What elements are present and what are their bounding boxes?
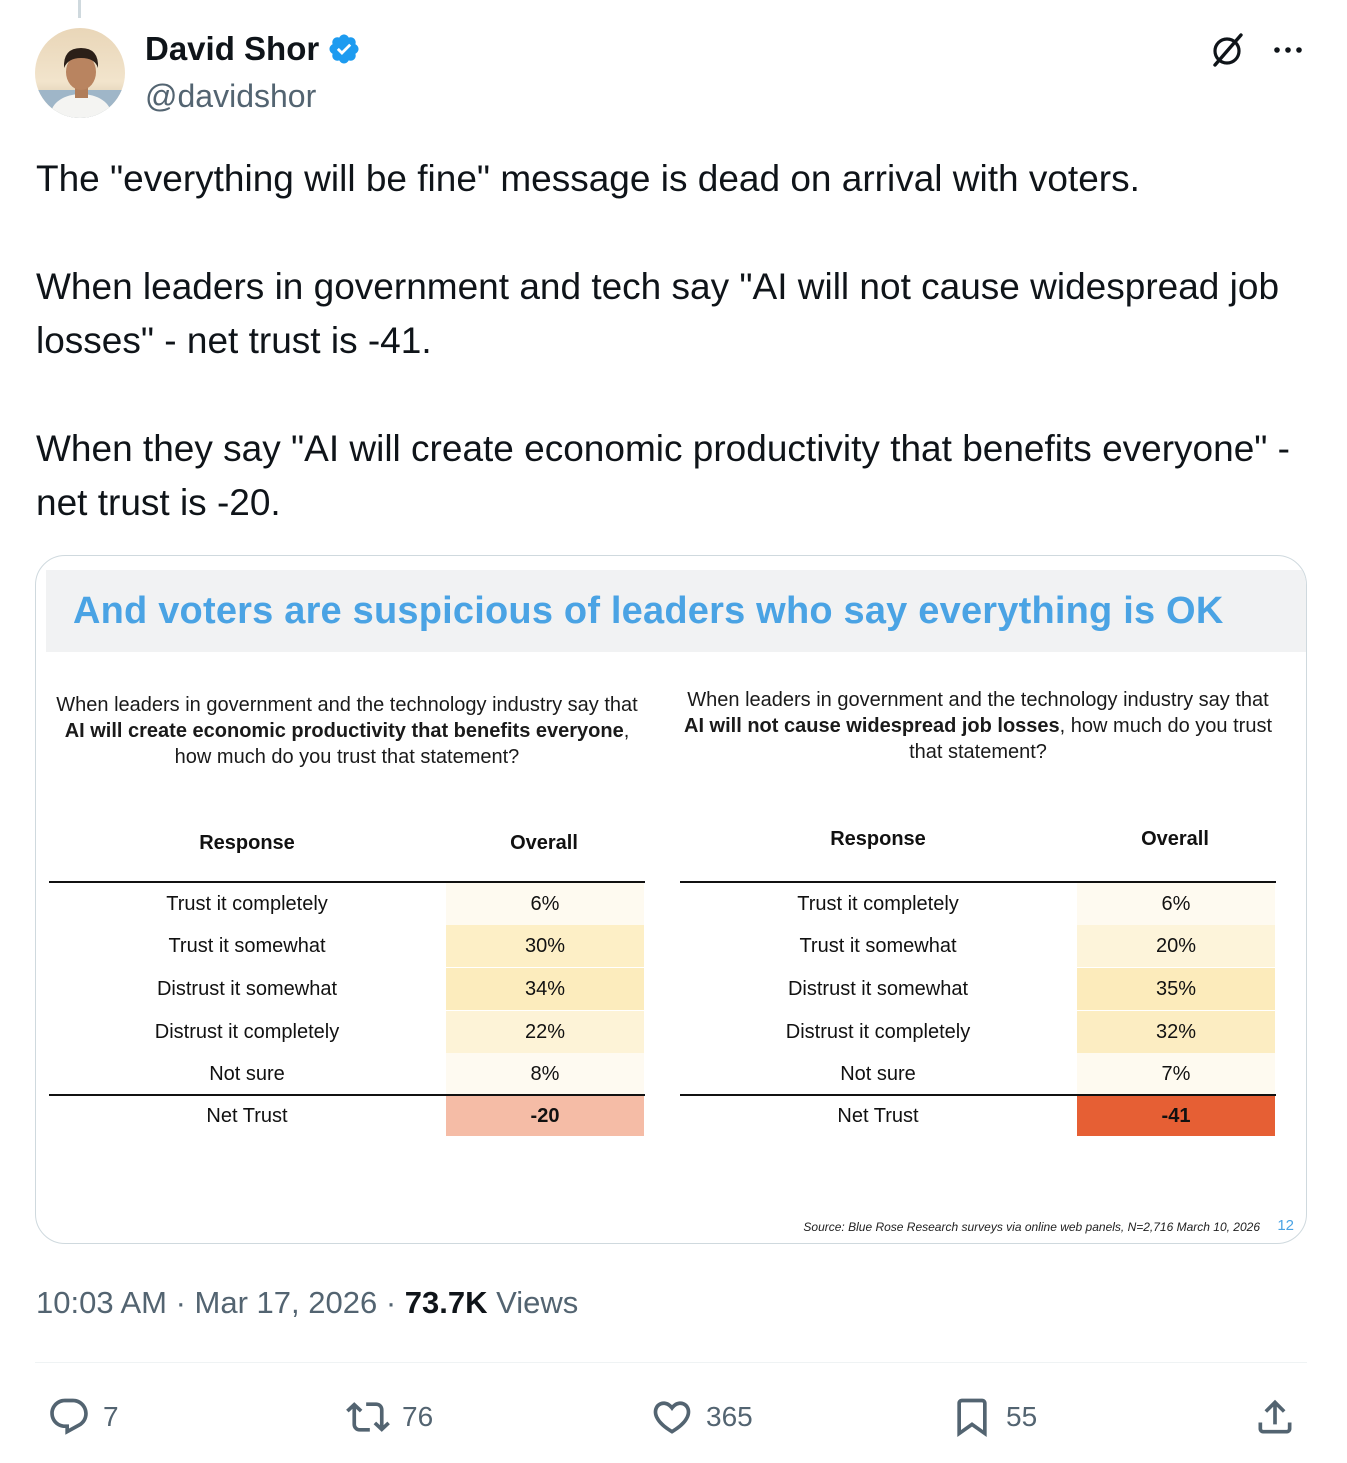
right-row-label: Trust it completely <box>797 893 959 915</box>
like-count: 365 <box>706 1401 753 1432</box>
left-row-label: Distrust it somewhat <box>156 978 338 1000</box>
meta-separator: · <box>166 1285 195 1320</box>
right-row-value: 6% <box>1077 883 1275 925</box>
repost-button[interactable]: 76 <box>346 1395 433 1439</box>
bookmark-button[interactable]: 55 <box>950 1395 1037 1439</box>
left-row-value: 8% <box>446 1053 644 1095</box>
verified-badge-icon <box>329 34 359 64</box>
meta-separator: · <box>377 1285 405 1320</box>
right-col-response-header: Response <box>830 828 926 850</box>
right-question: When leaders in government and the techn… <box>684 689 1272 763</box>
slide-source-note: Source: Blue Rose Research surveys via o… <box>803 1220 1260 1234</box>
left-row-value: 30% <box>446 925 644 967</box>
author-handle[interactable]: @davidshor <box>145 78 316 115</box>
right-row-value: 20% <box>1077 925 1275 967</box>
repost-icon <box>346 1402 390 1432</box>
left-row-value: 6% <box>446 883 644 925</box>
right-row-label: Distrust it somewhat <box>787 978 969 1000</box>
views-label: Views <box>487 1285 579 1320</box>
share-icon <box>1258 1399 1292 1434</box>
right-row-value: 32% <box>1077 1011 1275 1053</box>
share-button[interactable] <box>1253 1395 1297 1439</box>
right-col-overall-header: Overall <box>1141 828 1209 850</box>
heart-icon <box>653 1401 691 1434</box>
left-net-trust-value: -20 <box>446 1096 644 1136</box>
right-row-label: Distrust it completely <box>785 1021 971 1043</box>
tweet-paragraph: When they say "AI will create economic p… <box>36 428 1291 523</box>
thread-connector-line <box>78 0 81 18</box>
right-row-value: 7% <box>1077 1053 1275 1095</box>
reply-button[interactable]: 7 <box>47 1395 119 1439</box>
views-count: 73.7K <box>404 1285 488 1320</box>
bookmark-count: 55 <box>1006 1401 1038 1432</box>
left-row-value: 34% <box>446 968 644 1010</box>
tweet-date[interactable]: Mar 17, 2026 <box>195 1285 378 1320</box>
like-button[interactable]: 365 <box>650 1395 753 1439</box>
tweet-meta: 10:03 AM · Mar 17, 2026 · 73.7K Views <box>36 1285 578 1321</box>
left-row-label: Trust it completely <box>166 893 328 915</box>
tweet-paragraph: When leaders in government and tech say … <box>36 266 1280 361</box>
avatar[interactable] <box>35 28 125 118</box>
right-row-label: Trust it somewhat <box>799 935 957 957</box>
left-col-response-header: Response <box>199 832 295 854</box>
left-row-label: Distrust it completely <box>154 1021 340 1043</box>
right-row-label: Not sure <box>840 1063 916 1085</box>
left-col-overall-header: Overall <box>510 832 578 854</box>
tweet-text: The "everything will be fine" message is… <box>36 152 1306 530</box>
author-display-name[interactable]: David Shor <box>145 30 319 68</box>
left-row-label: Trust it somewhat <box>168 935 326 957</box>
divider <box>35 1362 1307 1363</box>
slide-page-number: 12 <box>1277 1217 1294 1234</box>
right-survey-panel: When leaders in government and the techn… <box>680 556 1276 1156</box>
right-row-value: 35% <box>1077 968 1275 1010</box>
right-net-trust-label: Net Trust <box>837 1105 919 1127</box>
repost-count: 76 <box>402 1401 434 1432</box>
tweet-paragraph: The "everything will be fine" message is… <box>36 158 1140 199</box>
more-options-icon[interactable] <box>1270 32 1306 68</box>
left-question: When leaders in government and the techn… <box>56 694 638 768</box>
left-survey-panel: When leaders in government and the techn… <box>49 556 645 1156</box>
tweet-time[interactable]: 10:03 AM <box>36 1285 167 1320</box>
left-row-label: Not sure <box>209 1063 285 1085</box>
tweet-media-image[interactable]: And voters are suspicious of leaders who… <box>35 555 1307 1244</box>
left-net-trust-label: Net Trust <box>206 1105 288 1127</box>
left-row-value: 22% <box>446 1011 644 1053</box>
grok-icon[interactable] <box>1207 30 1247 70</box>
reply-count: 7 <box>103 1401 119 1432</box>
reply-icon <box>50 1398 88 1435</box>
bookmark-icon <box>957 1398 987 1438</box>
right-net-trust-value: -41 <box>1077 1096 1275 1136</box>
